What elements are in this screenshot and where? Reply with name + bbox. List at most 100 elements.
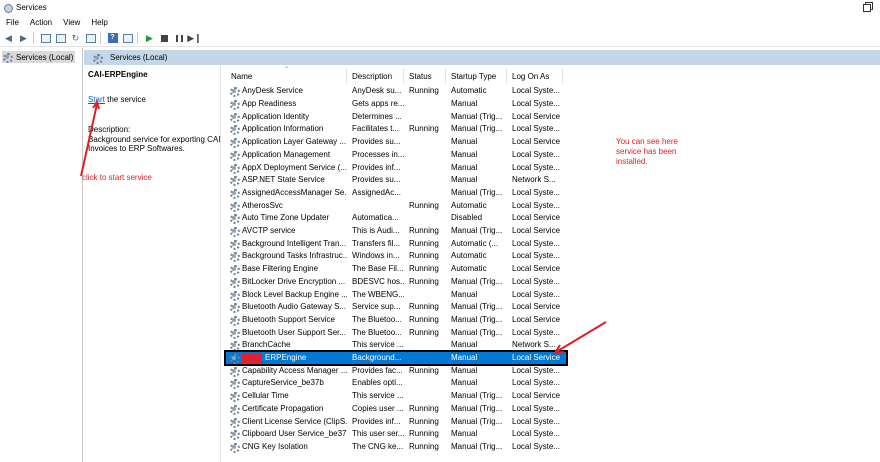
stop-service-icon[interactable] xyxy=(158,32,171,45)
service-startup-type-cell: Manual xyxy=(451,99,478,109)
service-status-cell: Running xyxy=(409,302,439,312)
gear-icon xyxy=(229,366,240,377)
table-row[interactable]: Cellular Time This service ... Manual (Tri… xyxy=(226,390,566,403)
service-name-cell: ERPEngine xyxy=(226,352,347,365)
column-header-startup-type[interactable]: Startup Type xyxy=(446,68,507,84)
table-row[interactable]: Bluetooth Support Service The Bluetoo... R… xyxy=(226,314,566,327)
service-description-cell: The Bluetoo... xyxy=(352,327,402,337)
forward-arrow-icon[interactable]: ▶ xyxy=(17,32,30,45)
table-row[interactable]: Certificate Propagation Copies user ... Ru… xyxy=(226,403,566,416)
service-name-cell: Application Information xyxy=(226,123,347,136)
gear-icon xyxy=(229,239,240,250)
start-service-link[interactable]: Start xyxy=(88,95,105,104)
service-log-on-as-cell: Local Syste... xyxy=(512,403,561,413)
service-name: CNG Key Isolation xyxy=(242,441,308,451)
help-icon[interactable]: ? xyxy=(106,32,119,45)
service-log-on-as-cell: Local Service xyxy=(512,213,561,223)
service-description-cell: Provides inf... xyxy=(352,162,401,172)
service-name: Application Management xyxy=(242,149,331,159)
service-description-cell: Provides su... xyxy=(352,175,401,185)
properties-icon[interactable] xyxy=(54,32,67,45)
table-row[interactable]: Bluetooth User Support Ser... The Bluetoo… xyxy=(226,326,566,339)
service-name: CaptureService_be37b xyxy=(242,378,324,388)
menu-help[interactable]: Help xyxy=(85,18,112,27)
table-row[interactable]: Base Filtering Engine The Base Fil... Runn… xyxy=(226,263,566,276)
column-header-name[interactable]: ⌃ Name xyxy=(226,67,347,84)
table-row[interactable]: Background Tasks Infrastruc... Windows in… xyxy=(226,250,566,263)
table-row[interactable]: Application Identity Determines ... Manual… xyxy=(226,110,566,123)
back-arrow-icon[interactable]: ◀ xyxy=(2,32,15,45)
service-startup-type-cell: Manual (Trig... xyxy=(451,302,503,312)
start-service-icon[interactable]: ▶ xyxy=(143,32,156,45)
table-row[interactable]: Application Layer Gateway ... Provides su… xyxy=(226,136,566,149)
table-row[interactable]: Client License Service (ClipS... Provides… xyxy=(226,415,566,428)
table-row[interactable]: BranchCache This service ... Manual Network… xyxy=(226,339,566,352)
table-row[interactable]: ERPEngine Background... Manual Local Servic… xyxy=(224,349,568,367)
service-startup-type-cell: Manual (Trig... xyxy=(451,314,503,324)
toolbar-separator xyxy=(33,32,34,44)
table-row[interactable]: AtherosSvc Running Automatic Local Syste... xyxy=(226,199,566,212)
band-title: Services (Local) xyxy=(110,53,168,62)
table-row[interactable]: AssignedAccessManager Se... AssignedAc...… xyxy=(226,187,566,200)
tree-item-services-local[interactable]: Services (Local) xyxy=(2,51,76,63)
pause-service-icon[interactable] xyxy=(173,32,186,45)
service-name: Background Tasks Infrastruc... xyxy=(242,251,347,261)
menu-file[interactable]: File xyxy=(0,18,24,27)
service-name: AssignedAccessManager Se... xyxy=(242,187,347,197)
column-header-status[interactable]: Status xyxy=(404,68,446,84)
service-log-on-as-cell: Local Syste... xyxy=(512,149,561,159)
action-pane-icon[interactable] xyxy=(121,32,134,45)
service-startup-type-cell: Automatic xyxy=(451,251,487,261)
menu-view[interactable]: View xyxy=(57,18,85,27)
table-row[interactable]: CNG Key Isolation The CNG ke... Running Man… xyxy=(226,441,566,454)
table-row[interactable]: CaptureService_be37b Enables opti... Manua… xyxy=(226,377,566,390)
service-name: App Readiness xyxy=(242,99,297,109)
menu-action[interactable]: Action xyxy=(24,18,57,27)
service-status-cell: Running xyxy=(409,264,439,274)
table-row[interactable]: AnyDesk Service AnyDesk su... Running Autom… xyxy=(226,85,566,98)
restore-window-icon[interactable] xyxy=(863,2,873,12)
refresh-icon[interactable]: ↻ xyxy=(69,32,82,45)
export-list-icon[interactable] xyxy=(84,32,97,45)
table-row[interactable]: Bluetooth Audio Gateway S... Service sup.… xyxy=(226,301,566,314)
table-row[interactable]: Auto Time Zone Updater Automatica... Disab… xyxy=(226,212,566,225)
start-service-line: Start the service xyxy=(88,95,146,104)
service-startup-type-cell: Manual xyxy=(451,289,478,299)
service-name-cell: AssignedAccessManager Se... xyxy=(226,187,347,199)
service-name-cell: Cellular Time xyxy=(226,390,347,403)
toolbar-separator xyxy=(137,32,138,44)
service-description-cell: Determines ... xyxy=(352,111,402,121)
description-label: Description: xyxy=(88,125,131,134)
service-name: Bluetooth User Support Ser... xyxy=(242,327,347,337)
service-name-cell: Capability Access Manager ... xyxy=(226,365,347,377)
table-row[interactable]: BitLocker Drive Encryption ... BDESVC hos… xyxy=(226,276,566,289)
table-row[interactable]: Block Level Backup Engine ... The WBENG..… xyxy=(226,288,566,301)
service-log-on-as-cell: Local Syste... xyxy=(512,124,561,134)
service-name-cell: Auto Time Zone Updater xyxy=(226,212,347,225)
table-row[interactable]: Background Intelligent Tran... Transfers … xyxy=(226,237,566,250)
description-pane: CAI-ERPEngine Start the service Descript… xyxy=(84,66,221,462)
service-description-cell: Automatica... xyxy=(352,213,399,223)
column-header-description[interactable]: Description xyxy=(347,68,404,84)
service-startup-type-cell: Manual xyxy=(451,340,478,350)
table-row[interactable]: Application Management Processes in... Man… xyxy=(226,149,566,162)
annotation-installed-note: You can see here service has been instal… xyxy=(616,137,678,167)
service-name: AVCTP service xyxy=(242,226,296,236)
show-hide-console-tree-icon[interactable] xyxy=(39,32,52,45)
service-log-on-as-cell: Local Syste... xyxy=(512,251,561,261)
table-row[interactable]: App Readiness Gets apps re... Manual Local … xyxy=(226,98,566,111)
table-row[interactable]: Clipboard User Service_be37b This user se… xyxy=(226,428,566,441)
service-name-cell: Block Level Backup Engine ... xyxy=(226,289,347,301)
column-header-log-on-as[interactable]: Log On As xyxy=(507,68,563,84)
table-row[interactable]: Capability Access Manager ... Provides fa… xyxy=(226,364,566,377)
table-row[interactable]: ASP.NET State Service Provides su... Manua… xyxy=(226,174,566,187)
table-row[interactable]: AVCTP service This is Audi... Running Manua… xyxy=(226,225,566,238)
gear-icon xyxy=(229,86,240,98)
service-status-cell: Running xyxy=(409,200,439,210)
restart-service-icon[interactable]: ▶❙ xyxy=(187,32,201,45)
service-name: AtherosSvc xyxy=(242,200,283,210)
gear-icon xyxy=(229,213,240,225)
table-row[interactable]: Application Information Facilitates t... R… xyxy=(226,123,566,136)
service-log-on-as-cell: Local Service xyxy=(512,314,561,324)
table-row[interactable]: AppX Deployment Service (... Provides inf… xyxy=(226,161,566,174)
